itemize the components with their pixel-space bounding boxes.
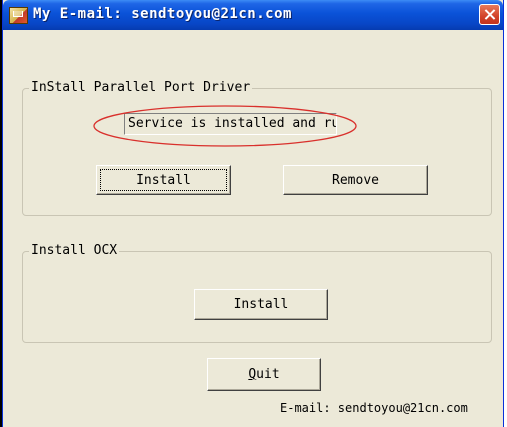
quit-mnemonic: Q [248,367,257,382]
driver-groupbox: InStall Parallel Port Driver [22,80,492,216]
driver-group-label: InStall Parallel Port Driver [29,80,253,95]
service-status-field: Service is installed and running [124,113,337,135]
quit-label-rest: uit [256,367,280,382]
title-bar[interactable]: My E-mail: sendtoyou@21cn.com [3,0,503,30]
close-icon[interactable] [479,4,500,25]
remove-driver-button[interactable]: Remove [283,165,428,195]
install-driver-button[interactable]: Install [96,165,231,195]
quit-button[interactable]: Quit [207,358,321,391]
mail-app-icon[interactable] [9,7,28,24]
email-footer-text: E-mail: sendtoyou@21cn.com [280,401,468,415]
window-title: My E-mail: sendtoyou@21cn.com [33,6,292,22]
dialog-window: My E-mail: sendtoyou@21cn.com InStall Pa… [2,0,504,427]
install-ocx-button[interactable]: Install [194,289,328,320]
ocx-group-label: Install OCX [29,243,120,258]
